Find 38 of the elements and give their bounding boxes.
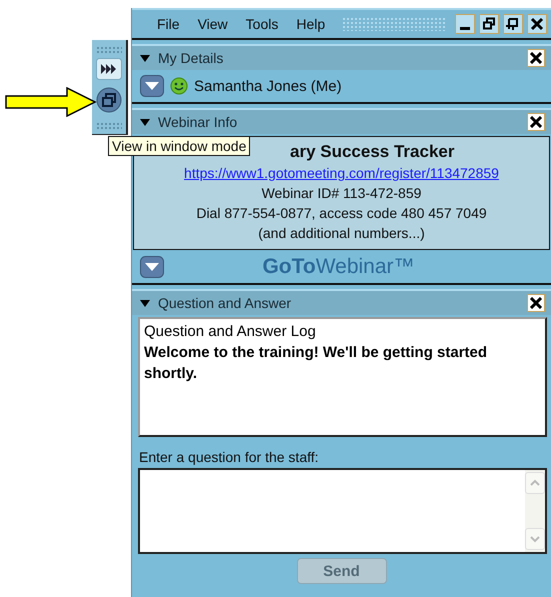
- brand-logo: GoToWebinar™: [261, 254, 416, 278]
- question-input[interactable]: [138, 468, 547, 554]
- webinar-id: Webinar ID# 113-472-859: [262, 185, 422, 201]
- dial-in-info: Dial 877-554-0877, access code 480 457 7049: [196, 205, 487, 221]
- question-label: Enter a question for the staff:: [139, 449, 319, 465]
- restore-button[interactable]: [479, 14, 499, 34]
- collapse-triangle-icon[interactable]: [140, 118, 150, 126]
- restore-icon: [482, 17, 496, 31]
- undock-button[interactable]: [503, 14, 523, 34]
- dropdown-icon[interactable]: [140, 75, 164, 97]
- dropdown-icon[interactable]: [140, 256, 164, 278]
- attendee-name: Samantha Jones (Me): [194, 78, 342, 94]
- tooltip: View in window mode: [108, 136, 250, 156]
- collapse-triangle-icon[interactable]: [140, 54, 150, 62]
- menu-item[interactable]: File: [148, 16, 189, 32]
- smiley-icon: [170, 77, 188, 95]
- menu-item[interactable]: Help: [287, 16, 334, 32]
- webinar-name: ary Success Tracker: [290, 142, 454, 161]
- menu-item[interactable]: View: [188, 16, 237, 32]
- close-icon: [530, 17, 544, 31]
- close-button[interactable]: [527, 113, 545, 131]
- close-button[interactable]: [527, 49, 545, 67]
- minimize-button[interactable]: [455, 14, 475, 34]
- undock-icon: [506, 17, 520, 31]
- registration-link[interactable]: https://www1.gotomeeting.com/register/113472859: [184, 165, 499, 181]
- expand-button[interactable]: [96, 58, 122, 83]
- section-title: Webinar Info: [158, 114, 238, 130]
- close-button[interactable]: [527, 14, 547, 34]
- log-heading: Question and Answer Log: [144, 322, 317, 342]
- section-title: My Details: [158, 50, 224, 66]
- collapse-triangle-icon[interactable]: [140, 300, 150, 306]
- close-button[interactable]: [527, 294, 545, 312]
- log-message: Welcome to the training! We'll be getting started shortly.: [144, 343, 488, 384]
- additional-numbers: (and additional numbers...): [258, 225, 425, 241]
- minimize-icon: [460, 26, 470, 30]
- section-title: Question and Answer: [158, 295, 292, 311]
- grip-handle[interactable]: [342, 17, 445, 31]
- menu-item[interactable]: Tools: [236, 16, 288, 32]
